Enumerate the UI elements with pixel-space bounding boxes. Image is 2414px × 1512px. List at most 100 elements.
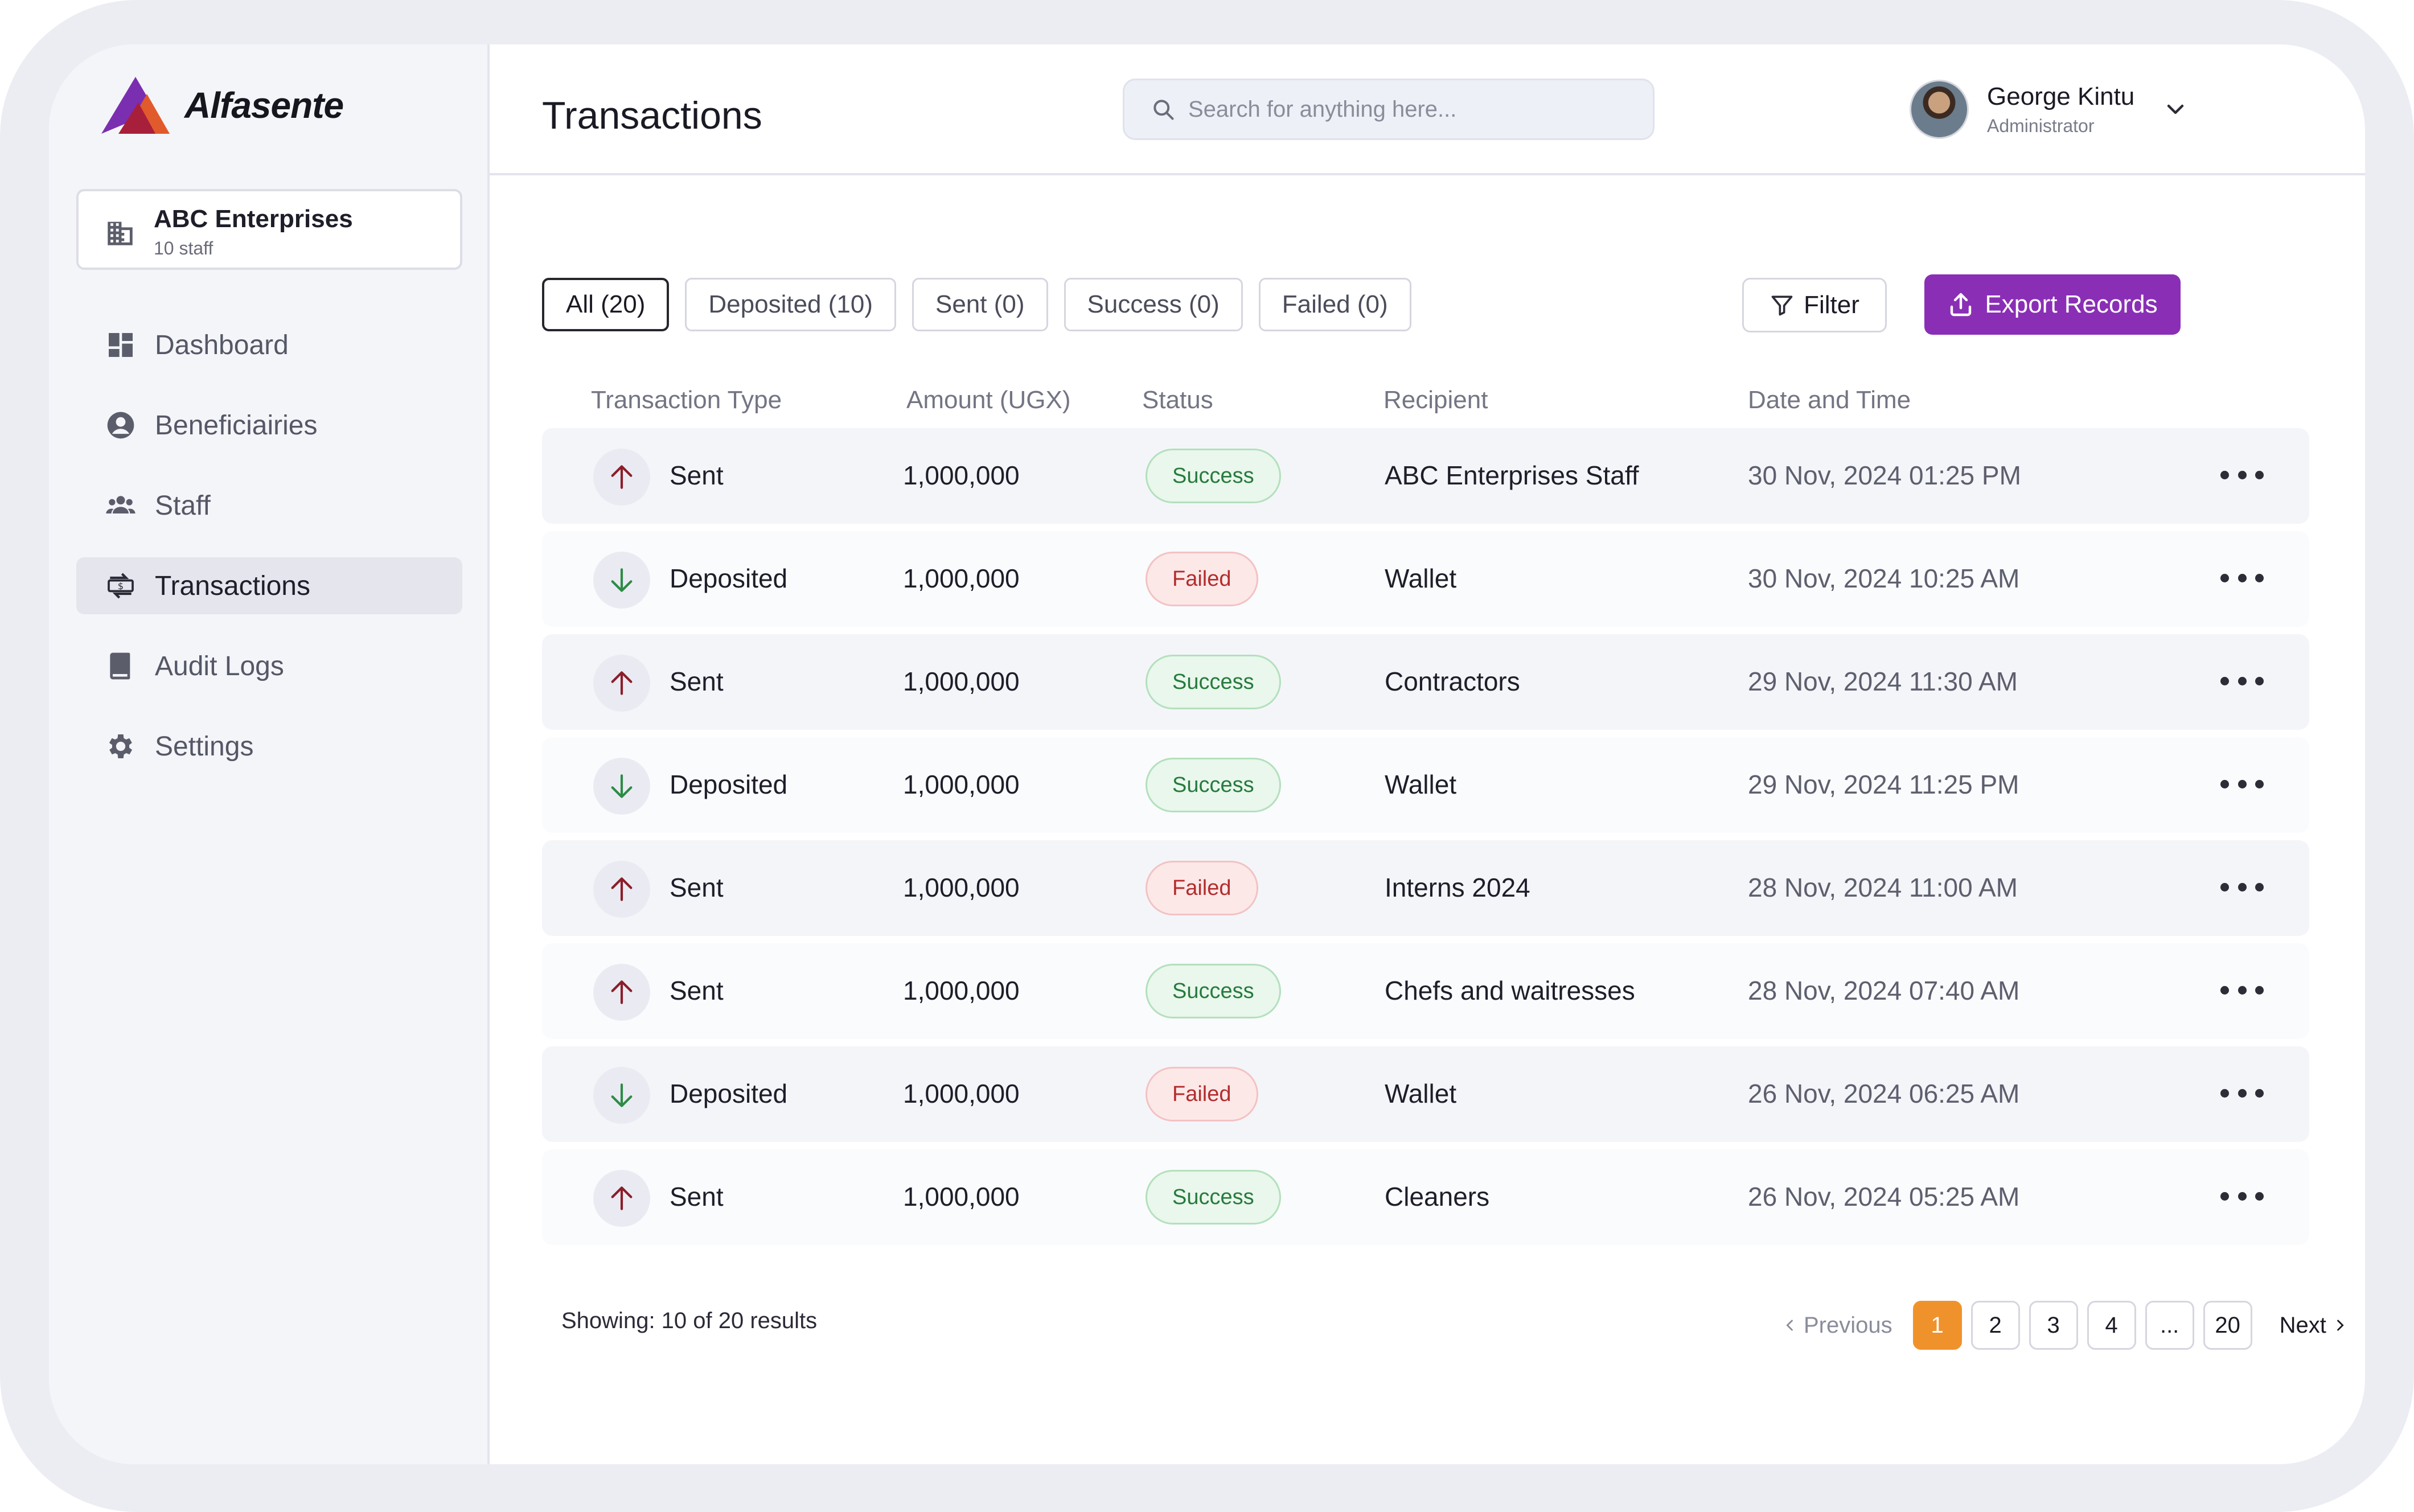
sidebar-item-transactions[interactable]: $ Transactions	[76, 557, 462, 614]
table-header: Transaction Type Amount (UGX) Status Rec…	[542, 370, 2309, 428]
column-header-type[interactable]: Transaction Type	[591, 386, 782, 414]
status-badge: Success	[1146, 758, 1281, 812]
top-header: Transactions George Kintu Administrator	[490, 44, 2365, 175]
more-options-icon[interactable]	[2220, 1185, 2264, 1207]
upload-icon	[1951, 293, 1972, 317]
sidebar-item-label: Audit Logs	[155, 651, 284, 681]
cell-transaction-type: Sent	[670, 1182, 724, 1211]
group-icon	[104, 488, 138, 523]
filter-button[interactable]: Filter	[1742, 278, 1887, 332]
chip-sent[interactable]: Sent (0)	[912, 278, 1048, 331]
more-options-icon[interactable]	[2220, 1082, 2264, 1104]
arrow-down-icon	[593, 758, 650, 815]
status-badge: Failed	[1146, 1067, 1258, 1121]
more-options-icon[interactable]	[2220, 979, 2264, 1001]
cell-recipient: Contractors	[1385, 667, 1520, 696]
chip-deposited[interactable]: Deposited (10)	[685, 278, 896, 331]
column-header-date[interactable]: Date and Time	[1748, 386, 1911, 414]
column-header-status[interactable]: Status	[1142, 386, 1213, 414]
page-button-3[interactable]: 3	[2029, 1301, 2078, 1350]
sidebar-item-audit-logs[interactable]: Audit Logs	[76, 638, 462, 695]
sidebar-item-settings[interactable]: Settings	[76, 718, 462, 775]
page-button-4[interactable]: 4	[2087, 1301, 2136, 1350]
page-button-1[interactable]: 1	[1912, 1301, 1962, 1350]
chevron-left-icon	[1786, 1320, 1793, 1331]
cell-date-time: 28 Nov, 2024 11:00 AM	[1748, 873, 2018, 902]
sidebar-item-label: Staff	[155, 490, 211, 521]
table-row[interactable]: Sent 1,000,000 Success Chefs and waitresses…	[542, 943, 2309, 1039]
arrow-up-icon	[593, 964, 650, 1021]
search-input[interactable]	[1188, 96, 1632, 122]
table-row[interactable]: Deposited 1,000,000 Failed Wallet 26 Nov, 20…	[542, 1046, 2309, 1142]
cell-amount: 1,000,000	[903, 564, 1020, 593]
page-button-2[interactable]: 2	[1970, 1301, 2020, 1350]
column-header-amount[interactable]: Amount (UGX)	[906, 386, 1071, 414]
organization-name: ABC Enterprises	[154, 205, 353, 233]
cell-amount: 1,000,000	[903, 873, 1020, 902]
cell-date-time: 30 Nov, 2024 10:25 AM	[1748, 564, 2020, 593]
chip-success[interactable]: Success (0)	[1064, 278, 1243, 331]
cell-date-time: 29 Nov, 2024 11:25 PM	[1748, 770, 2019, 799]
sidebar-item-label: Dashboard	[155, 330, 289, 360]
transactions-table: Transaction Type Amount (UGX) Status Rec…	[542, 370, 2309, 1252]
page-title: Transactions	[542, 94, 762, 137]
table-row[interactable]: Sent 1,000,000 Success Cleaners 26 Nov, 2024…	[542, 1149, 2309, 1245]
cell-transaction-type: Sent	[670, 667, 724, 696]
previous-page-button[interactable]: Previous	[1782, 1313, 1892, 1338]
more-options-icon[interactable]	[2220, 566, 2264, 589]
sidebar-item-label: Settings	[155, 731, 254, 762]
funnel-icon	[1771, 295, 1793, 316]
user-name: George Kintu	[1987, 82, 2135, 110]
export-records-button[interactable]: Export Records	[1924, 274, 2181, 335]
chip-all[interactable]: All (20)	[542, 278, 670, 331]
cell-date-time: 29 Nov, 2024 11:30 AM	[1748, 667, 2018, 696]
arrow-up-icon	[593, 655, 650, 712]
column-header-recipient[interactable]: Recipient	[1383, 386, 1488, 414]
table-row[interactable]: Sent 1,000,000 Failed Interns 2024 28 Nov, 2…	[542, 840, 2309, 936]
page-ellipsis: ...	[2145, 1301, 2194, 1350]
search-icon	[1153, 100, 1174, 120]
sidebar: Alfasente ABC Enterprises 10 staff Dashb…	[49, 44, 490, 1464]
user-menu[interactable]: George Kintu Administrator	[1910, 77, 2189, 141]
status-badge: Success	[1146, 1170, 1281, 1225]
more-options-icon[interactable]	[2220, 773, 2264, 795]
previous-label: Previous	[1804, 1312, 1892, 1338]
building-icon	[108, 221, 133, 245]
status-badge: Success	[1146, 449, 1281, 503]
table-row[interactable]: Sent 1,000,000 Success Contractors 29 Nov, 2…	[542, 634, 2309, 730]
cell-date-time: 28 Nov, 2024 07:40 AM	[1748, 976, 2020, 1005]
sidebar-item-staff[interactable]: Staff	[76, 477, 462, 534]
cell-amount: 1,000,000	[903, 1079, 1020, 1108]
more-options-icon[interactable]	[2220, 463, 2264, 486]
more-options-icon[interactable]	[2220, 876, 2264, 898]
cell-date-time: 26 Nov, 2024 06:25 AM	[1748, 1079, 2020, 1108]
pagination: Previous 1 2 3 4... 20 Next	[1782, 1300, 2348, 1350]
search-box[interactable]	[1123, 79, 1655, 140]
sidebar-item-dashboard[interactable]: Dashboard	[76, 317, 462, 373]
page-button-20[interactable]: 20	[2203, 1301, 2252, 1350]
cell-recipient: Wallet	[1385, 1079, 1457, 1108]
sidebar-item-beneficiaries[interactable]: Beneficiairies	[76, 397, 462, 454]
alfasente-logo-icon	[101, 77, 170, 134]
status-badge: Success	[1146, 655, 1281, 709]
cell-amount: 1,000,000	[903, 461, 1020, 490]
status-badge: Failed	[1146, 552, 1258, 606]
sidebar-item-label: Transactions	[155, 570, 310, 601]
cell-recipient: Interns 2024	[1385, 873, 1530, 902]
next-page-button[interactable]: Next	[2280, 1313, 2348, 1338]
brand-logo[interactable]: Alfasente	[101, 74, 344, 137]
svg-text:$: $	[118, 581, 124, 591]
chip-failed[interactable]: Failed (0)	[1258, 278, 1411, 331]
chevron-down-icon[interactable]	[2162, 96, 2189, 123]
user-info: George Kintu Administrator	[1987, 83, 2134, 137]
table-row[interactable]: Deposited 1,000,000 Failed Wallet 30 Nov, 20…	[542, 531, 2309, 627]
results-count: Showing: 10 of 20 results	[561, 1308, 818, 1333]
table-row[interactable]: Deposited 1,000,000 Success Wallet 29 Nov, 2…	[542, 737, 2309, 833]
cell-transaction-type: Deposited	[670, 1079, 788, 1108]
export-button-label: Export Records	[1985, 290, 2158, 318]
more-options-icon[interactable]	[2220, 669, 2264, 692]
organization-switcher[interactable]: ABC Enterprises 10 staff	[76, 189, 462, 270]
avatar	[1910, 80, 1969, 139]
cell-amount: 1,000,000	[903, 976, 1020, 1005]
table-row[interactable]: Sent 1,000,000 Success ABC Enterprises Staf…	[542, 428, 2309, 524]
